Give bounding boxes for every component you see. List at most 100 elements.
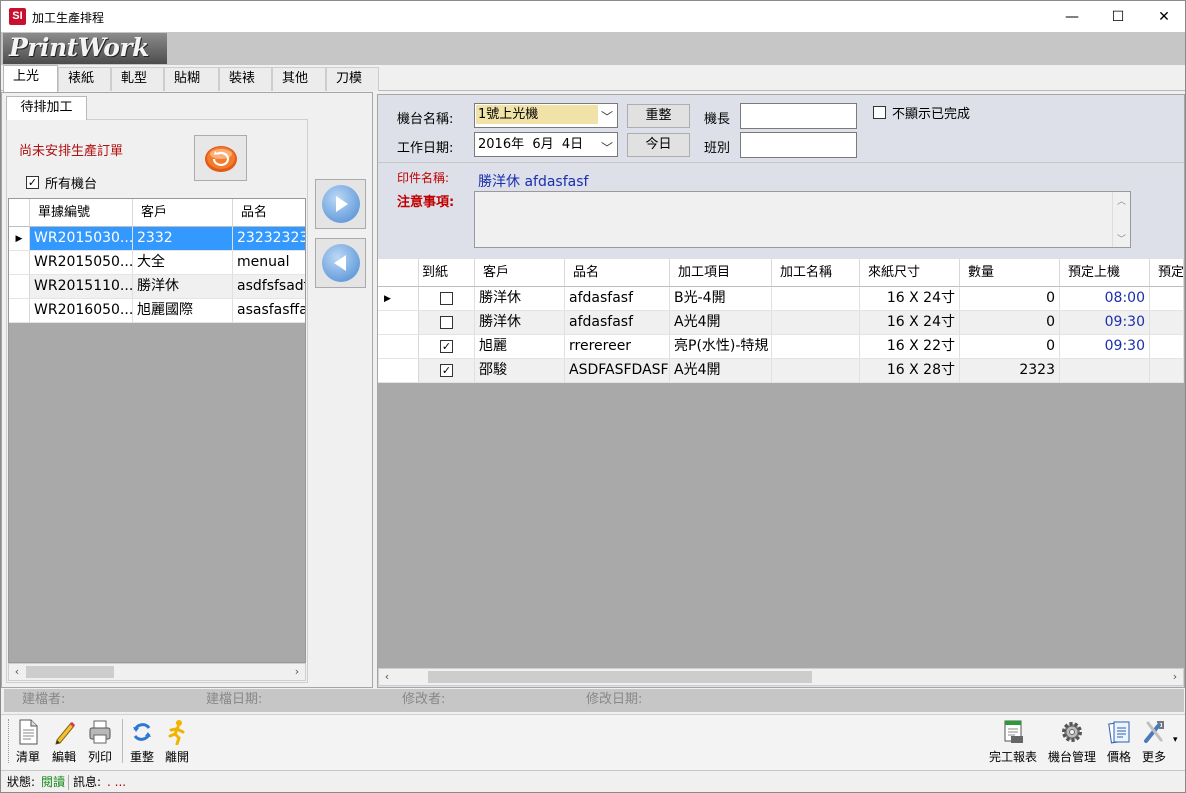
cell-process_name[interactable] (772, 359, 860, 383)
cell-scheduled[interactable] (1060, 359, 1150, 383)
tab-glazing[interactable]: 上光 (3, 65, 58, 92)
notes-scrollbar[interactable]: ︿ ﹀ (1112, 192, 1130, 247)
table-row[interactable]: WR2015110... 勝洋休 asdfsfsadf (9, 275, 305, 299)
cell-scheduled-end[interactable] (1150, 311, 1184, 335)
maximize-button[interactable]: ☐ (1095, 1, 1141, 32)
cell-process_name[interactable] (772, 335, 860, 359)
scroll-right-icon[interactable]: › (289, 664, 305, 680)
cell-customer[interactable]: 2332 (133, 227, 233, 251)
column-header-customer[interactable]: 客戶 (133, 199, 233, 227)
cell-qty[interactable]: 0 (960, 287, 1060, 311)
refresh-orders-button[interactable] (194, 135, 247, 181)
scroll-up-icon[interactable]: ︿ (1117, 194, 1126, 207)
table-row[interactable]: WR2016050... 旭麗國際 asasfasffaf (9, 299, 305, 323)
column-header-paper-size[interactable]: 來紙尺寸 (860, 259, 960, 287)
scroll-left-icon[interactable]: ‹ (379, 669, 395, 685)
table-row[interactable]: WR2015050... 大全 menual (9, 251, 305, 275)
arrived-checkbox[interactable]: ✓ (440, 340, 453, 353)
cell-customer[interactable]: 勝洋休 (475, 287, 565, 311)
machine-select-value[interactable]: 1號上光機 (476, 105, 598, 124)
row-header[interactable] (9, 275, 30, 299)
cell-size[interactable]: 16 X 22寸 (860, 335, 960, 359)
chevron-down-icon[interactable]: ﹀ (601, 108, 613, 125)
column-header-product[interactable]: 品名 (565, 259, 670, 287)
scroll-down-icon[interactable]: ﹀ (1117, 232, 1126, 245)
cell-process_name[interactable] (772, 287, 860, 311)
column-header-arrived[interactable]: 到紙 (419, 259, 475, 287)
shift-field[interactable] (740, 132, 857, 158)
cell-process[interactable]: A光4開 (670, 359, 772, 383)
cell-scheduled-end[interactable] (1150, 335, 1184, 359)
machine-management-button[interactable]: 機台管理 (1046, 717, 1098, 767)
cell-process[interactable]: A光4開 (670, 311, 772, 335)
hide-completed-check-icon[interactable] (873, 106, 886, 119)
minimize-button[interactable]: — (1049, 1, 1095, 32)
column-header-quantity[interactable]: 數量 (960, 259, 1060, 287)
schedule-grid-hscrollbar[interactable]: ‹ › (378, 668, 1184, 686)
all-machines-checkbox[interactable]: ✓ 所有機台 (26, 173, 97, 192)
cell-customer[interactable]: 勝洋休 (475, 311, 565, 335)
cell-customer[interactable]: 大全 (133, 251, 233, 275)
table-row[interactable]: ▶ WR2015030... 2332 23232323 (9, 227, 305, 251)
arrived-checkbox[interactable]: ✓ (440, 364, 453, 377)
column-header-process-name[interactable]: 加工名稱 (772, 259, 860, 287)
cell-product[interactable]: asasfasffaf (233, 299, 305, 323)
column-header-product[interactable]: 品名 (233, 199, 305, 227)
print-button[interactable]: 列印 (85, 717, 115, 767)
cell-id[interactable]: WR2015050... (30, 251, 133, 275)
cell-size[interactable]: 16 X 24寸 (860, 287, 960, 311)
list-button[interactable]: 清單 (13, 717, 43, 767)
tab-pending-processing[interactable]: 待排加工 (6, 96, 87, 120)
cell-scheduled-end[interactable] (1150, 359, 1184, 383)
tab-binding[interactable]: 裝裱 (219, 67, 272, 91)
tab-other[interactable]: 其他 (272, 67, 326, 91)
column-header-scheduled[interactable]: 預定 (1150, 259, 1184, 287)
cell-id[interactable]: WR2015110... (30, 275, 133, 299)
cell-process[interactable]: B光-4開 (670, 287, 772, 311)
leader-field[interactable] (740, 103, 857, 129)
scroll-left-icon[interactable]: ‹ (9, 664, 25, 680)
tab-cutting-die[interactable]: 刀模 (326, 67, 379, 91)
assign-to-machine-button[interactable] (315, 179, 366, 229)
current-row-indicator-icon[interactable]: ▶ (9, 227, 30, 251)
column-header-customer[interactable]: 客戶 (475, 259, 565, 287)
arrived-checkbox[interactable] (440, 316, 453, 329)
cell-id[interactable]: WR2016050... (30, 299, 133, 323)
column-header-order-id[interactable]: 單據編號 (30, 199, 133, 227)
cell-product[interactable]: menual (233, 251, 305, 275)
arrived-checkbox[interactable] (440, 292, 453, 305)
cell-product[interactable]: afdasfasf (565, 287, 670, 311)
cell-qty[interactable]: 2323 (960, 359, 1060, 383)
close-button[interactable]: ✕ (1141, 1, 1185, 32)
completion-report-button[interactable]: 完工報表 (986, 717, 1040, 767)
cell-customer[interactable]: 勝洋休 (133, 275, 233, 299)
cell-qty[interactable]: 0 (960, 311, 1060, 335)
cell-arrived[interactable] (419, 287, 475, 311)
hide-completed-checkbox[interactable]: 不顯示已完成 (873, 103, 970, 122)
row-header[interactable] (378, 335, 419, 359)
cell-product[interactable]: 23232323 (233, 227, 305, 251)
cell-scheduled[interactable]: 09:30 (1060, 335, 1150, 359)
cell-arrived[interactable]: ✓ (419, 359, 475, 383)
edit-button[interactable]: 編輯 (49, 717, 79, 767)
table-row[interactable]: ▶ 勝洋休 afdasfasf B光-4開 16 X 24寸 0 08:00 (378, 287, 1184, 311)
notes-textarea[interactable] (474, 191, 1131, 248)
work-date-picker[interactable]: 2016年 6月 4日 ﹀ (474, 132, 618, 157)
left-grid-hscrollbar[interactable]: ‹ › (8, 663, 306, 681)
table-row[interactable]: 勝洋休 afdasfasf A光4開 16 X 24寸 0 09:30 (378, 311, 1184, 335)
scroll-thumb[interactable] (428, 671, 812, 683)
cell-arrived[interactable]: ✓ (419, 335, 475, 359)
reset-button[interactable]: 重整 (627, 104, 690, 128)
today-button[interactable]: 今日 (627, 133, 690, 157)
column-header-scheduled-start[interactable]: 預定上機 (1060, 259, 1150, 287)
cell-arrived[interactable] (419, 311, 475, 335)
scroll-right-icon[interactable]: › (1167, 669, 1183, 685)
exit-button[interactable]: 離開 (162, 717, 192, 767)
cell-customer[interactable]: 旭麗國際 (133, 299, 233, 323)
chevron-down-icon[interactable]: ﹀ (601, 137, 613, 160)
more-dropdown-icon[interactable]: ▾ (1173, 735, 1178, 745)
row-header[interactable] (378, 359, 419, 383)
scroll-thumb[interactable] (26, 666, 114, 678)
cell-id[interactable]: WR2015030... (30, 227, 133, 251)
tab-die-cutting[interactable]: 軋型 (111, 67, 164, 91)
